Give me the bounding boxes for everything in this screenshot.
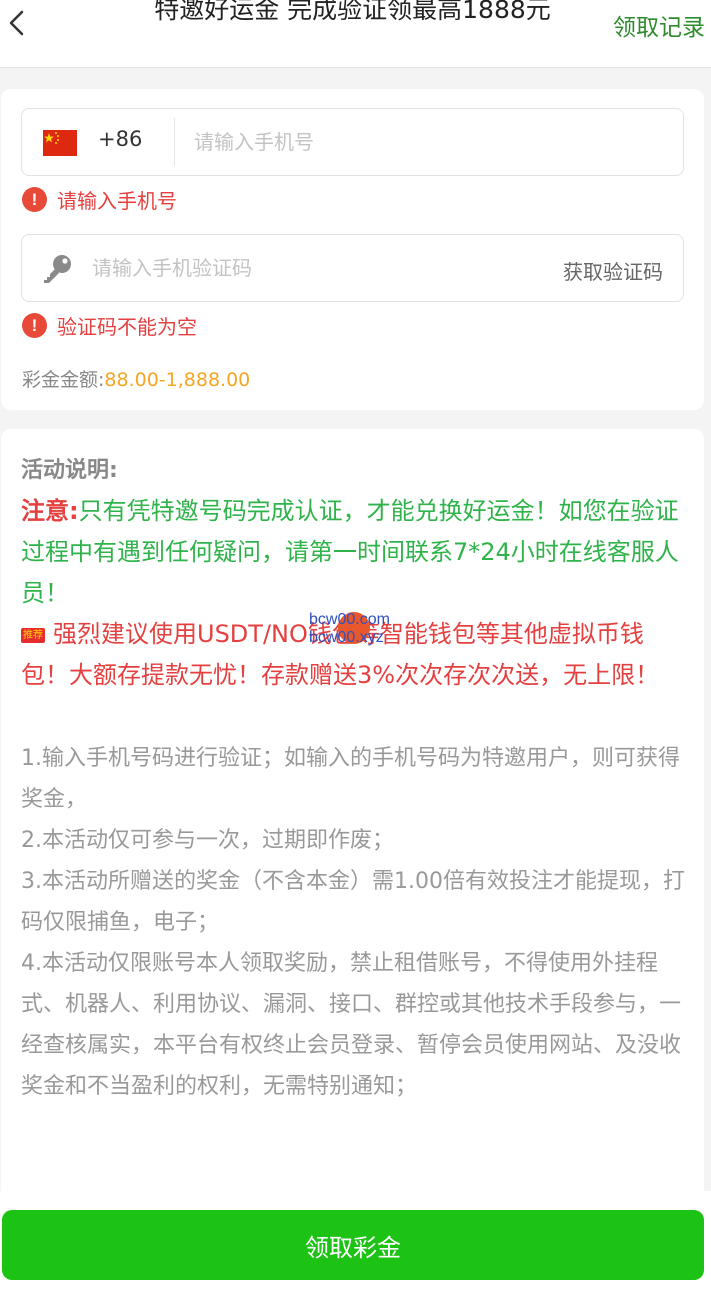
code-error-message: ! 验证码不能为空 [22,311,197,340]
recommend-badge: 推荐 [21,628,45,643]
rule-item: 4.本活动仅限账号本人领取奖励，禁止租借账号，不得使用外挂程式、机器人、利用协议… [21,951,682,1099]
watermark-line: bcw00.com [309,611,390,628]
code-error-text: 验证码不能为空 [57,315,197,339]
rule-item: 3.本活动所赠送的奖金（不含本金）需1.00倍有效投注才能提现，打码仅限捕鱼，电… [21,869,685,935]
phone-error-text: 请输入手机号 [57,189,177,213]
phone-error-message: ! 请输入手机号 [22,185,177,214]
error-icon: ! [22,187,47,212]
watermark-logo: bcw00.com bcw00.xyz [309,611,409,651]
amount-value: 88.00-1,888.00 [104,369,251,391]
phone-input[interactable] [194,123,664,161]
code-field: 获取验证码 [21,234,684,302]
field-divider [174,118,175,166]
page-title: 特邀好运金 完成验证领最高1888元 [154,0,551,24]
bottom-bar: 领取彩金 [0,1191,711,1289]
china-flag-icon[interactable] [43,130,77,156]
key-icon [41,253,75,285]
back-arrow-icon[interactable] [4,6,30,38]
top-bar: 特邀好运金 完成验证领最高1888元 领取记录 [0,0,711,68]
get-code-button[interactable]: 获取验证码 [563,256,663,285]
claim-bonus-button[interactable]: 领取彩金 [2,1210,704,1280]
bonus-amount-row: 彩金金额:88.00-1,888.00 [22,365,250,392]
activity-heading: 活动说明: [21,458,118,483]
notice-paragraph: 注意:只有凭特邀号码完成认证，才能兑换好运金！如您在验证过程中有遇到任何疑问，请… [21,491,686,614]
rule-item: 2.本活动仅可参与一次，过期即作废； [21,828,394,853]
verification-code-input[interactable] [92,249,492,287]
activity-description: 活动说明: 注意:只有凭特邀号码完成认证，才能兑换好运金！如您在验证过程中有遇到… [1,429,704,1229]
rules-list: 1.输入手机号码进行验证；如输入的手机号码为特邀用户，则可获得奖金， 2.本活动… [21,738,686,1107]
claim-record-link[interactable]: 领取记录 [613,8,705,42]
amount-label: 彩金金额: [22,369,105,391]
notice-text: 只有凭特邀号码完成认证，才能兑换好运金！如您在验证过程中有遇到任何疑问，请第一时… [21,497,679,607]
rule-item: 1.输入手机号码进行验证；如输入的手机号码为特邀用户，则可获得奖金， [21,746,680,812]
error-icon: ! [22,313,47,338]
phone-field: +86 [21,108,684,176]
notice-label: 注意: [21,497,79,525]
watermark-line: bcw00.xyz [309,629,384,646]
country-code[interactable]: +86 [98,127,142,151]
verification-form: +86 ! 请输入手机号 获取验证码 ! 验证码不能为空 彩金金额:88.00-… [1,89,704,410]
